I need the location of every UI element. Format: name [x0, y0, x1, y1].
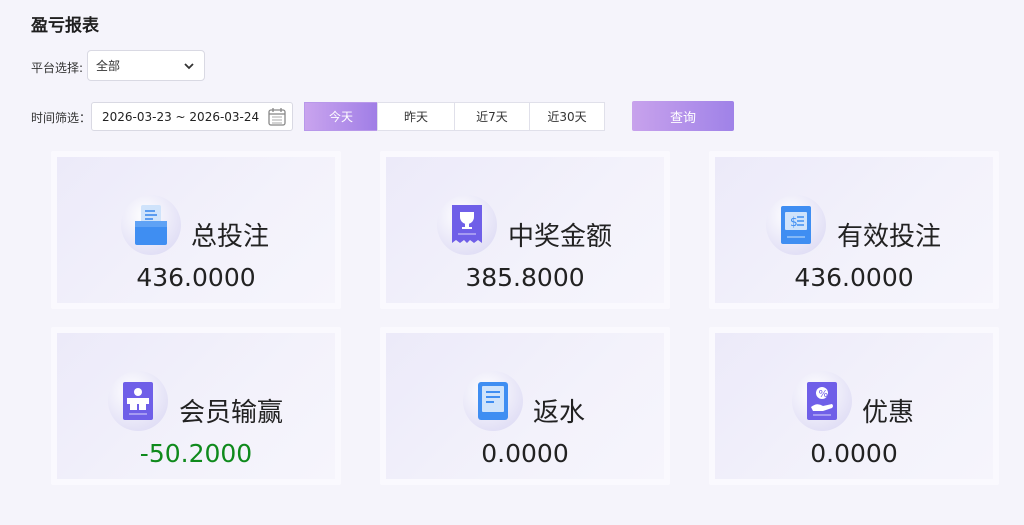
page-title: 盈亏报表 — [31, 16, 99, 36]
stat-card-valid-bet: $ 有效投注 436.0000 — [709, 151, 999, 309]
query-button[interactable]: 查询 — [632, 101, 734, 131]
quick-range-today[interactable]: 今天 — [304, 102, 378, 131]
trophy-receipt-icon — [452, 205, 482, 243]
quick-range-7days[interactable]: 近7天 — [454, 102, 530, 131]
platform-label: 平台选择: — [31, 61, 84, 75]
rebate-document-icon — [478, 382, 508, 420]
time-filter-label: 时间筛选： — [31, 111, 92, 125]
calendar-icon[interactable] — [266, 106, 288, 128]
platform-select-value: 全部 — [96, 59, 121, 73]
stat-card-winning-amount: 中奖金额 385.8000 — [380, 151, 670, 309]
platform-select[interactable]: 全部 — [87, 50, 205, 81]
stat-card-rebate: 返水 0.0000 — [380, 327, 670, 485]
card-label: 优惠 — [862, 398, 915, 428]
card-value: -50.2000 — [139, 439, 253, 468]
svg-text:%: % — [819, 389, 829, 400]
stat-card-total-bet: 总投注 436.0000 — [51, 151, 341, 309]
card-value: 436.0000 — [136, 263, 256, 292]
stat-card-discount: % 优惠 0.0000 — [709, 327, 999, 485]
quick-range-yesterday[interactable]: 昨天 — [377, 102, 455, 131]
date-range-value: 2026-03-23 ~ 2026-03-24 — [102, 109, 260, 124]
quick-range-30days[interactable]: 近30天 — [529, 102, 605, 131]
card-label: 中奖金额 — [508, 222, 613, 252]
cash-receipt-icon: $ — [781, 206, 811, 244]
card-value: 0.0000 — [810, 439, 898, 468]
member-result-icon — [123, 382, 153, 420]
card-value: 385.8000 — [465, 263, 585, 292]
card-value: 0.0000 — [481, 439, 569, 468]
card-label: 返水 — [533, 398, 586, 428]
quick-range-group: 今天 昨天 近7天 近30天 — [304, 102, 605, 131]
chevron-down-icon — [184, 62, 194, 69]
stat-card-member-result: 会员输赢 -50.2000 — [51, 327, 341, 485]
card-label: 会员输赢 — [179, 398, 284, 428]
discount-hand-icon: % — [807, 382, 837, 420]
card-value: 436.0000 — [794, 263, 914, 292]
card-label: 有效投注 — [837, 222, 942, 252]
document-tray-icon — [135, 205, 167, 245]
card-label: 总投注 — [191, 222, 270, 252]
svg-text:$: $ — [790, 215, 798, 229]
date-range-input[interactable]: 2026-03-23 ~ 2026-03-24 — [91, 102, 293, 131]
